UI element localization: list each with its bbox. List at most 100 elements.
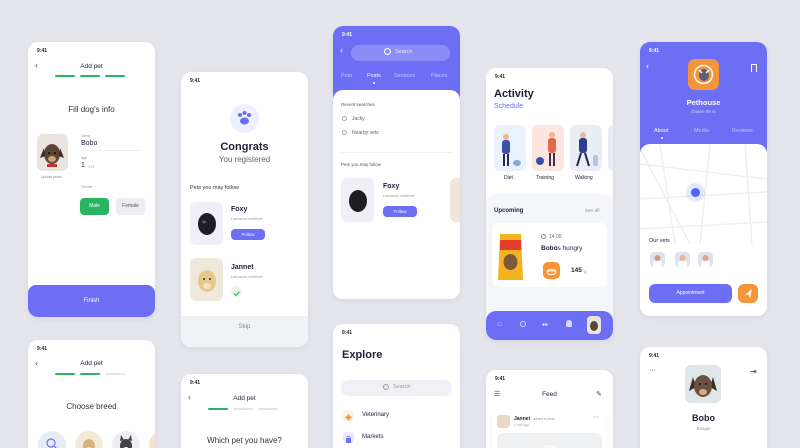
paw-icon [238, 111, 251, 125]
finish-button[interactable]: Finish [28, 285, 155, 317]
search-icon [384, 48, 391, 55]
tab-services[interactable]: Services [394, 73, 415, 79]
pethouse-logo [688, 59, 719, 90]
recent-search-icon [342, 130, 347, 135]
pet-photo-jannet[interactable] [190, 258, 223, 301]
pet-name: Foxy [231, 206, 248, 213]
pet-name: Bobo [692, 413, 715, 423]
avatar[interactable] [497, 415, 510, 428]
recent-item[interactable]: Jacky [352, 116, 365, 122]
vet-avatar[interactable] [675, 252, 690, 267]
see-all-link[interactable]: see all [585, 208, 599, 214]
tab-about[interactable]: About [654, 128, 668, 134]
category-next[interactable] [608, 125, 613, 171]
search-icon [46, 438, 57, 448]
pet-photo-foxy[interactable] [190, 202, 223, 245]
dog-icon [349, 190, 367, 212]
follow-button[interactable]: Follow [231, 229, 265, 240]
back-arrow-icon[interactable]: ‹ [646, 61, 649, 71]
bookmark-icon[interactable] [751, 64, 757, 72]
profile-screen: 9:41 ··· ⇥ Bobo Beagle [640, 347, 767, 448]
breed-option-3[interactable] [149, 431, 155, 448]
pet-avatar[interactable] [685, 365, 721, 403]
name-divider [81, 150, 141, 151]
veterinary-icon [343, 410, 354, 421]
upcoming-label: Upcoming [494, 208, 524, 214]
send-icon[interactable] [738, 284, 758, 303]
followed-check-icon[interactable] [231, 286, 242, 297]
tab-active-dot [661, 137, 663, 139]
status-time: 9:41 [495, 376, 506, 382]
explore-item[interactable]: Markets [362, 434, 383, 440]
appointment-button[interactable]: Appointment [649, 284, 732, 303]
tab-posts[interactable]: Posts [367, 73, 381, 79]
notification-icon[interactable] [566, 320, 572, 327]
pet-breed: Labrador retriever [231, 216, 263, 221]
pet-name: Jannet [231, 264, 254, 271]
dog-icon [83, 439, 95, 448]
male-button[interactable]: Male [80, 198, 109, 215]
dog-icon [590, 321, 598, 331]
search-input[interactable]: Search [351, 45, 450, 61]
name-field[interactable]: Bobo [81, 140, 97, 147]
tab-pets[interactable]: Pets [341, 73, 352, 79]
skip-button[interactable]: Skip [181, 316, 308, 347]
category-training[interactable] [532, 125, 564, 171]
compose-icon[interactable]: ✎ [596, 390, 602, 398]
pet-photo-next[interactable] [450, 178, 460, 222]
breed-option-1[interactable] [75, 431, 103, 448]
breed-option-2[interactable] [112, 431, 140, 448]
follow-button[interactable]: Follow [383, 206, 417, 217]
gender-label: Gender [81, 185, 93, 189]
event-text: is hungry [556, 245, 583, 252]
form-heading: Which pet you have? [207, 436, 282, 445]
post-user: Jannet [514, 416, 531, 422]
category-walking[interactable] [570, 125, 602, 171]
back-arrow-icon[interactable]: ‹ [340, 45, 343, 55]
location-pin-icon[interactable] [691, 188, 700, 197]
category-label: Training [536, 175, 554, 181]
activity-subtitle: Schedule [494, 103, 524, 110]
training-illustration-icon [536, 132, 556, 166]
tab-places[interactable]: Places [431, 73, 448, 79]
divider [341, 152, 452, 153]
pet-photo-foxy[interactable] [341, 178, 374, 222]
logout-icon[interactable]: ⇥ [750, 367, 757, 376]
grid-icon[interactable]: ▪▪ [542, 320, 548, 329]
pet-photo[interactable] [37, 134, 68, 171]
age-field[interactable]: 1 [81, 162, 85, 169]
tab-reviews[interactable]: Reviews [732, 128, 753, 134]
search-input[interactable]: Search [341, 380, 452, 396]
female-button[interactable]: Female [116, 198, 145, 215]
home-icon[interactable]: ⌂ [497, 319, 502, 328]
status-time: 9:41 [495, 74, 506, 80]
feed-title: Feed [542, 391, 557, 398]
feed-screen: 9:41 ☰ Feed ✎ Jannet added a photo 2 min… [486, 370, 613, 448]
progress-step-2 [80, 373, 100, 375]
dog-icon [40, 144, 64, 167]
map-roads [640, 144, 767, 244]
upload-photo-label[interactable]: Upload photo [41, 175, 62, 179]
vet-avatar[interactable] [698, 252, 713, 267]
category-diet[interactable] [494, 125, 526, 171]
walking-illustration-icon [576, 132, 598, 167]
vet-avatar[interactable] [650, 252, 665, 267]
search-icon [383, 384, 389, 390]
name-label: Name [81, 134, 91, 138]
explore-item[interactable]: Veterinary [362, 412, 389, 418]
more-icon[interactable]: ··· [649, 367, 656, 374]
more-icon[interactable]: ⋯ [593, 414, 599, 421]
profile-avatar[interactable] [587, 316, 601, 334]
tab-media[interactable]: Media [694, 128, 709, 134]
food-bowl-icon[interactable] [543, 262, 560, 279]
activity-screen: 9:41 Activity Schedule Diet Training Wal… [486, 68, 613, 340]
pethouse-name: Pethouse [686, 98, 721, 107]
search-icon[interactable] [520, 321, 526, 327]
recent-item[interactable]: Nearby vets [352, 130, 379, 136]
activity-title: Activity [494, 88, 534, 100]
post-photo[interactable] [497, 433, 602, 448]
search-screen: 9:41 ‹ Search Pets Posts Services Places… [333, 26, 460, 299]
breed-option-search[interactable] [38, 431, 66, 448]
category-label: Diet [504, 175, 513, 181]
pethouse-screen: 9:41 ‹ Pethouse Duane 95 st About Media … [640, 42, 767, 316]
